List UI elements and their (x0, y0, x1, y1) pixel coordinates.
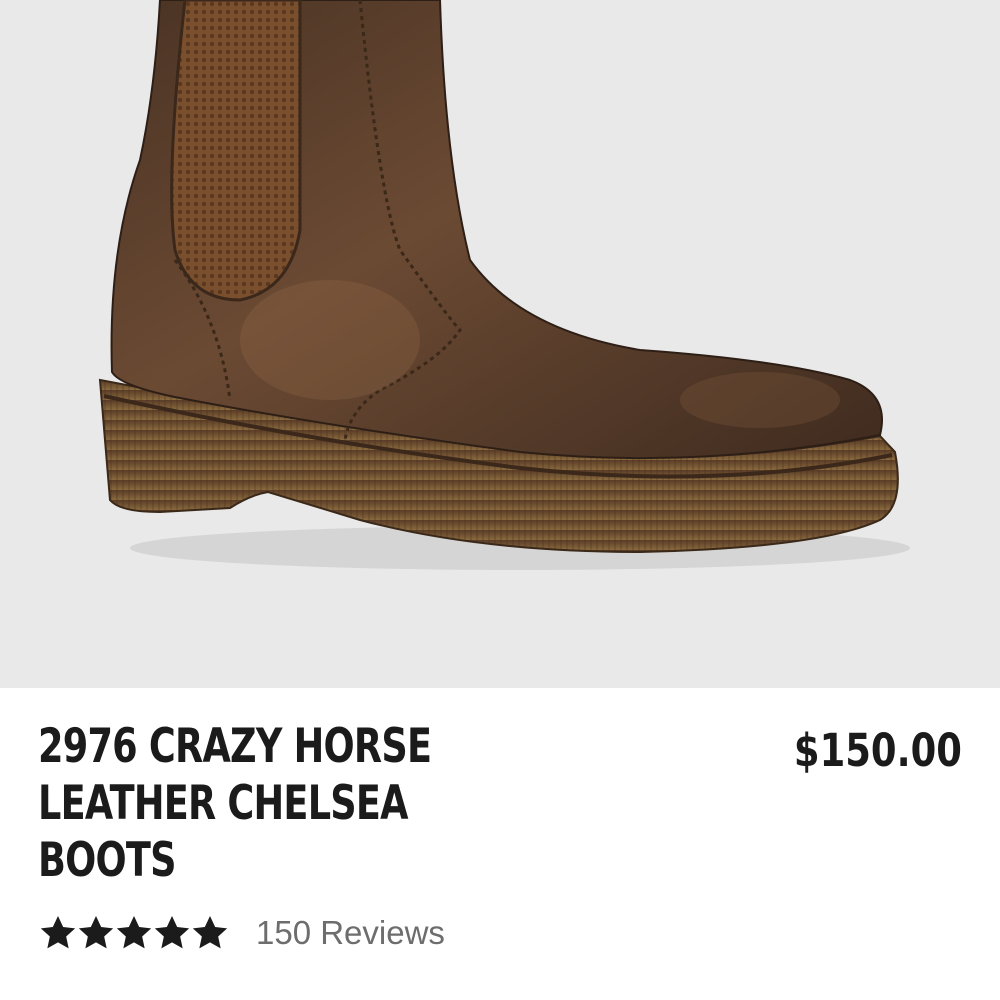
product-title-line: LEATHER CHELSEA (38, 776, 409, 831)
reviews-link[interactable]: 150 Reviews (256, 914, 445, 952)
star-icon (40, 916, 76, 949)
boot-image (98, 0, 910, 570)
star-rating (38, 913, 228, 953)
star-icon (78, 916, 114, 949)
star-icon (116, 916, 152, 949)
star-icon (192, 916, 228, 949)
rating-summary[interactable]: 150 Reviews (38, 910, 445, 956)
product-title-line: 2976 CRAZY HORSE (38, 719, 432, 774)
product-title: 2976 CRAZY HORSE LEATHER CHELSEA BOOTS (38, 718, 444, 889)
product-price: $150.00 (793, 724, 962, 777)
product-page: 2976 CRAZY HORSE LEATHER CHELSEA BOOTS $… (0, 0, 1000, 1000)
product-image[interactable] (0, 0, 1000, 688)
product-info: 2976 CRAZY HORSE LEATHER CHELSEA BOOTS $… (0, 688, 1000, 1000)
star-icon (154, 916, 190, 949)
product-title-line: BOOTS (38, 833, 177, 888)
